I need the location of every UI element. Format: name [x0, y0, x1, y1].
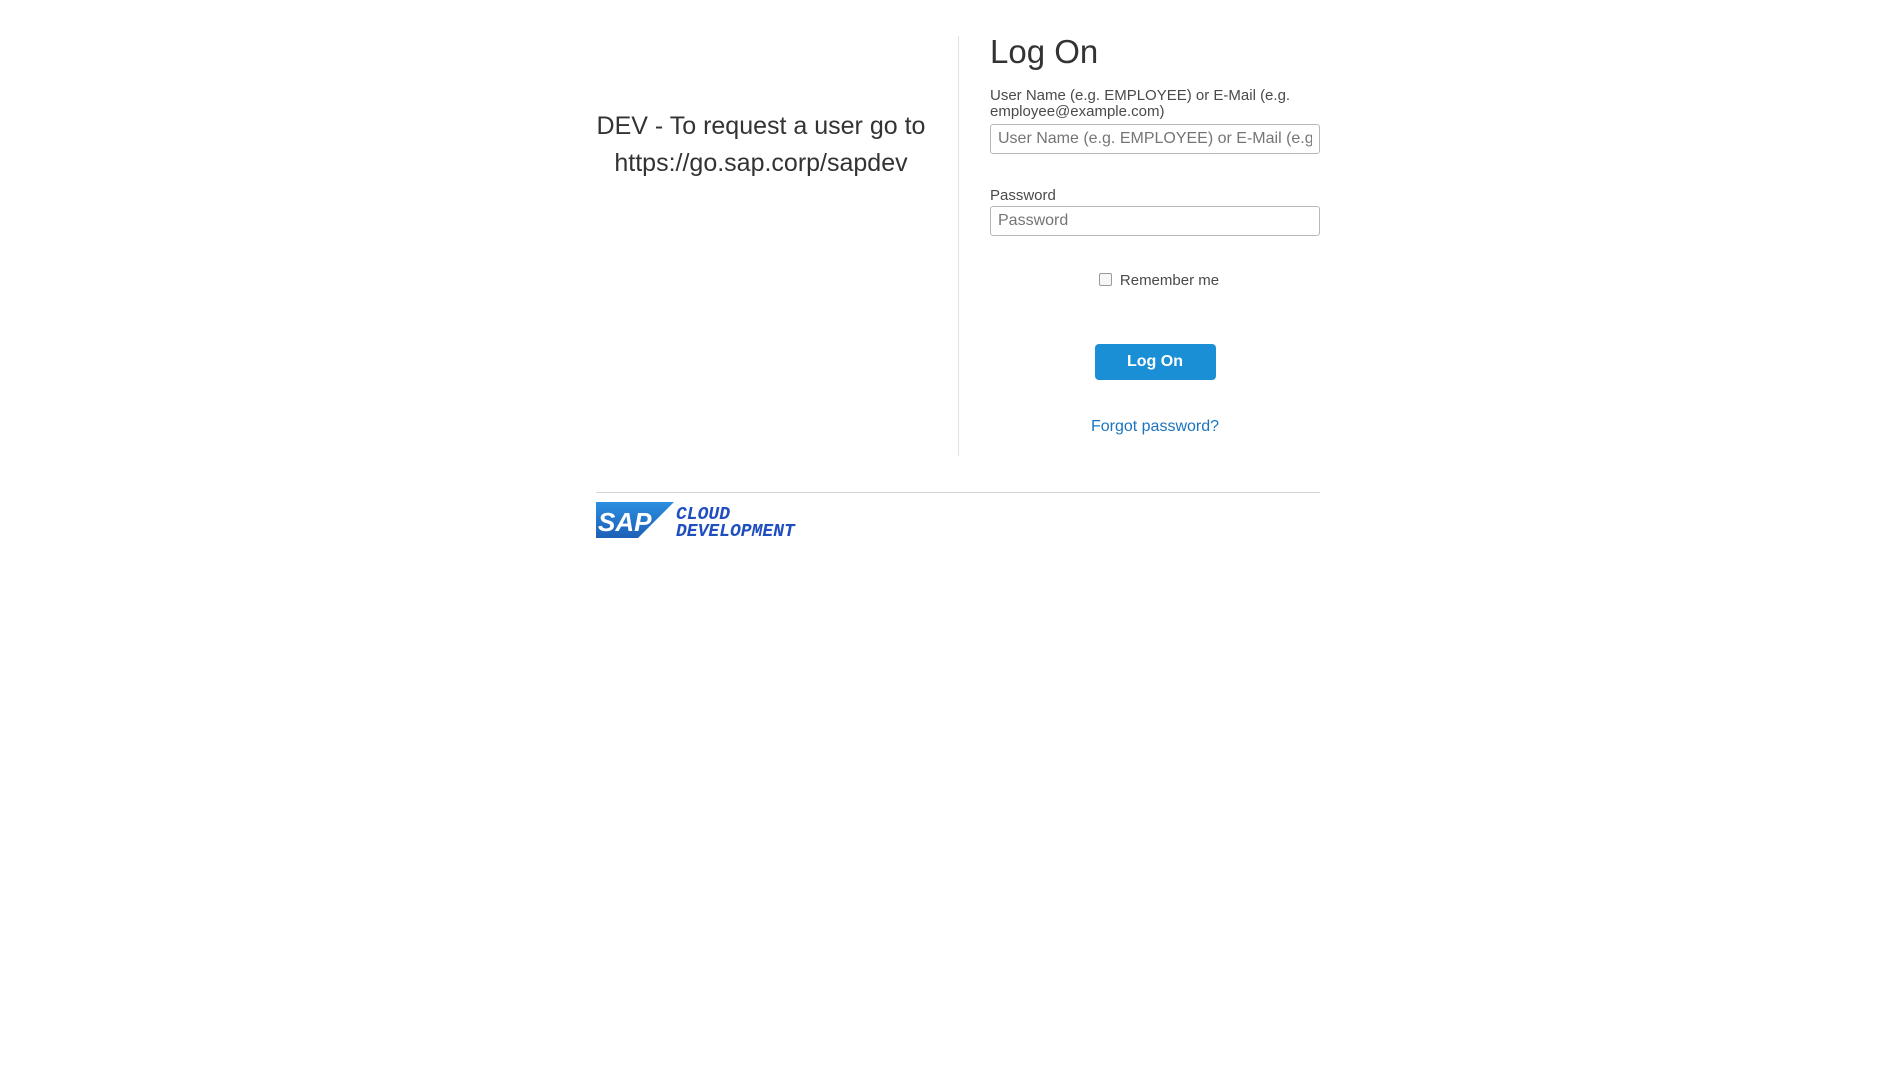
form-spacer	[990, 154, 1320, 188]
logo-line-2: DEVELOPMENT	[676, 522, 796, 538]
remember-me-row[interactable]: Remember me	[998, 270, 1320, 290]
sap-cloud-development-logo: SAP CLOUD DEVELOPMENT	[596, 502, 796, 538]
logon-form: Log On User Name (e.g. EMPLOYEE) or E-Ma…	[990, 30, 1320, 436]
footer-divider	[596, 492, 1320, 493]
info-line-1: DEV - To request a user go to	[596, 112, 926, 140]
sap-logo-text: SAP	[598, 507, 652, 537]
info-panel: DEV - To request a user go to https://go…	[596, 108, 926, 182]
password-input[interactable]	[990, 206, 1320, 236]
page-title: Log On	[990, 33, 1099, 70]
username-label: User Name (e.g. EMPLOYEE) or E-Mail (e.g…	[990, 87, 1291, 120]
info-line-2: https://go.sap.corp/sapdev	[614, 149, 908, 177]
vertical-divider	[958, 36, 959, 456]
password-label: Password	[990, 187, 1056, 204]
log-on-button[interactable]: Log On	[1094, 344, 1216, 380]
logon-page: DEV - To request a user go to https://go…	[0, 0, 1904, 1068]
forgot-password-link[interactable]: Forgot password?	[990, 418, 1320, 436]
username-input[interactable]	[990, 124, 1320, 154]
remember-me-checkbox[interactable]	[1098, 272, 1112, 286]
remember-me-label[interactable]: Remember me	[1120, 272, 1219, 289]
